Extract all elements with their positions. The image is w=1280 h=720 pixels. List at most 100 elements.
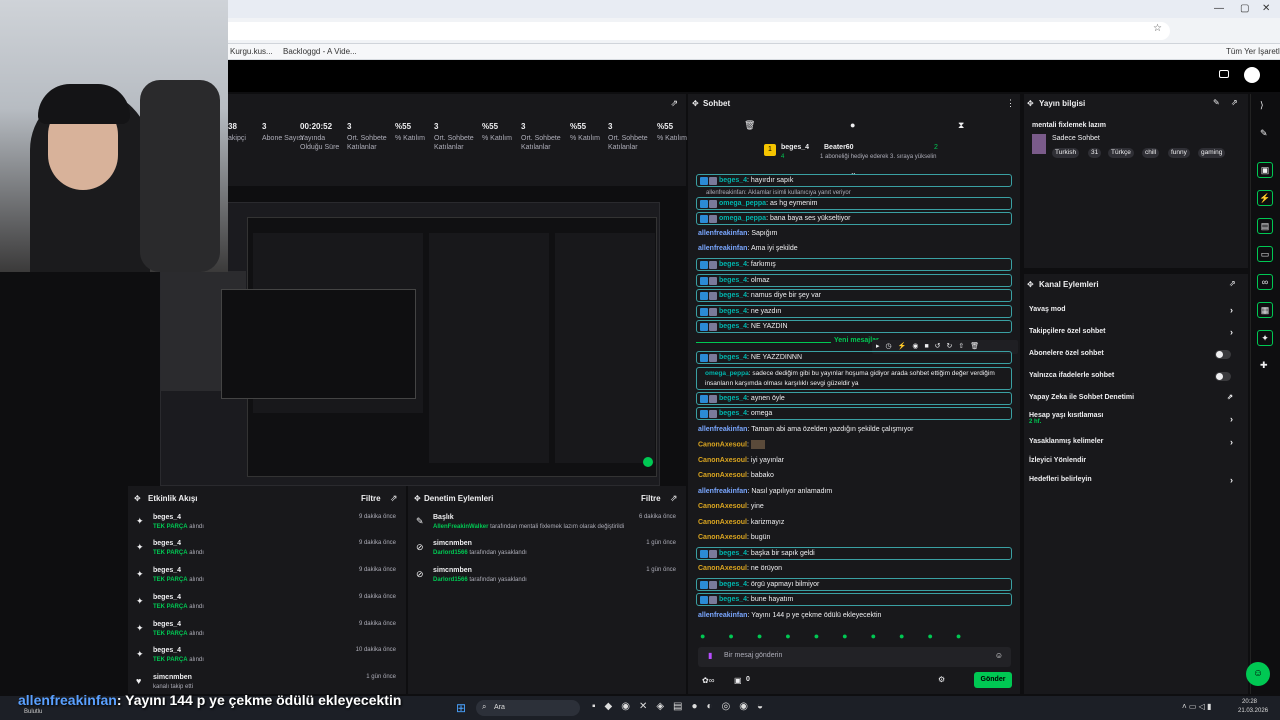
popout-icon[interactable]: ⇗ <box>670 493 678 504</box>
chat-message[interactable]: CanonAxesoul: iyi yayınlar <box>696 456 1012 466</box>
chat-message[interactable]: allenfreakinfan: Sapığım <box>696 229 1012 239</box>
emote-bar[interactable]: ●●●●●●●●●● <box>700 631 1010 643</box>
weather-label[interactable]: Bulutlu <box>24 709 42 715</box>
edit-icon[interactable]: ✎ <box>1213 98 1220 107</box>
drag-icon[interactable]: ✥ <box>1027 280 1034 289</box>
popout-icon[interactable]: ⇗ <box>1229 279 1236 288</box>
lightning-icon[interactable]: ⚡ <box>1257 190 1273 206</box>
chat-message[interactable]: beges_4: hayırdır sapık <box>696 174 1012 187</box>
blocked-terms[interactable]: Yasaklanmış kelimeler › <box>1029 437 1239 447</box>
chat-message[interactable]: allenfreakinfan: Yayını 144 p ye çekme ö… <box>696 611 1012 621</box>
trash-icon[interactable]: 🗑 <box>744 120 755 131</box>
avatar[interactable] <box>1244 67 1260 83</box>
bookmark-2[interactable]: Backloggd - A Vide... <box>283 47 357 56</box>
tag[interactable]: chill <box>1142 148 1160 158</box>
hourglass-icon[interactable]: ⧗ <box>958 120 964 131</box>
close-icon[interactable]: ✕ <box>1262 3 1270 14</box>
gifter-name[interactable]: Beater60 <box>824 144 854 151</box>
clip-icon[interactable]: ▣ <box>1257 162 1273 178</box>
chat-message[interactable]: beges_4: başka bir sapık geldi <box>696 547 1012 560</box>
drag-icon[interactable]: ✥ <box>134 494 141 503</box>
send-button[interactable]: Gönder <box>974 672 1012 688</box>
moderation-filter[interactable]: Filtre <box>641 494 661 503</box>
chat-message[interactable]: beges_4: NE YAZDIN <box>696 320 1012 333</box>
activity-filter[interactable]: Filtre <box>361 494 381 503</box>
chat-message[interactable]: beges_4: örgü yapmayı bilmiyor <box>696 578 1012 591</box>
chat-settings-icon[interactable]: ⚙ <box>938 675 945 684</box>
help-icon[interactable]: ☺ <box>1246 662 1270 686</box>
chat-message[interactable]: CanonAxesoul: karizmayız <box>696 518 1012 528</box>
category-name[interactable]: Sadece Sohbet <box>1052 135 1100 142</box>
followers-only[interactable]: Takipçilere özel sohbet › <box>1029 327 1239 337</box>
slow-mode[interactable]: Yavaş mod › <box>1029 305 1239 315</box>
chat-message[interactable]: CanonAxesoul: <box>696 440 1012 450</box>
star-icon[interactable]: ☆ <box>1153 23 1162 34</box>
chat-message[interactable]: beges_4: namus diye bir şey var <box>696 289 1012 302</box>
add-action-icon[interactable]: ✚ <box>1260 360 1268 371</box>
set-goals[interactable]: Hedefleri belirleyin › <box>1029 475 1239 485</box>
chat-message[interactable]: allenfreakinfan: Nasıl yapılıyor anlamad… <box>696 487 1012 497</box>
marker-icon[interactable]: ▤ <box>1257 218 1273 234</box>
ai-moderation[interactable]: Yapay Zeka ile Sohbet Denetimi ⇗ <box>1029 394 1239 401</box>
popout-icon[interactable]: ⇗ <box>390 493 398 504</box>
chat-message[interactable]: beges_4: farkımış <box>696 258 1012 271</box>
emoji-icon[interactable]: ☺ <box>995 651 1003 660</box>
tag[interactable]: 31 <box>1088 148 1102 158</box>
settings-icon[interactable]: ✿∞ <box>702 676 714 685</box>
more-icon[interactable]: ⋮ <box>1006 98 1015 109</box>
tag[interactable]: funny <box>1168 148 1190 158</box>
link-icon[interactable]: ∞ <box>1257 274 1273 290</box>
chat-message[interactable]: CanonAxesoul: bugün <box>696 533 1012 543</box>
top-user[interactable]: beges_4 <box>781 144 809 151</box>
address-bar[interactable]: ☆ <box>210 22 1170 40</box>
tag[interactable]: gaming <box>1198 148 1226 158</box>
drag-icon[interactable]: ✥ <box>414 494 421 503</box>
bookmark-1[interactable]: Kurgu.kus... <box>230 47 273 56</box>
subs-only[interactable]: Abonelere özel sohbet <box>1029 350 1239 359</box>
popout-icon[interactable]: ⇗ <box>670 98 678 109</box>
pencil-icon[interactable]: ✎ <box>1260 128 1268 139</box>
chat-message[interactable]: beges_4: olmaz <box>696 274 1012 287</box>
chat-icon[interactable]: ▭ <box>1257 246 1273 262</box>
chat-message[interactable]: omega_peppa: as hg eymenim <box>696 197 1012 210</box>
minimize-icon[interactable]: — <box>1214 3 1224 14</box>
chat-message[interactable]: omega_peppa: sadece dediğim gibi bu yayı… <box>696 367 1012 390</box>
chat-message[interactable]: CanonAxesoul: ne örüyon <box>696 564 1012 574</box>
account-age[interactable]: Hesap yaşı kısıtlaması 2 hf. › <box>1029 412 1239 425</box>
maximize-icon[interactable]: ▢ <box>1240 3 1249 14</box>
chat-message[interactable]: CanonAxesoul: babako <box>696 471 1012 481</box>
chat-bubble-icon[interactable]: ● <box>850 120 855 130</box>
tag[interactable]: Turkish <box>1052 148 1080 158</box>
chat-message[interactable]: omega_peppa: bana baya ses yükseltiyor <box>696 212 1012 225</box>
chat-input[interactable]: ▮ Bir mesaj gönderin ☺ <box>698 647 1011 667</box>
shield-icon[interactable]: ▦ <box>1257 302 1273 318</box>
chat-message[interactable]: beges_4: bune hayatım <box>696 593 1012 606</box>
raid-channel[interactable]: İzleyici Yönlendir <box>1029 457 1239 464</box>
channel-actions-title: Kanal Eylemleri <box>1039 280 1099 289</box>
chat-message[interactable]: beges_4: omega <box>696 407 1012 420</box>
theatre-icon[interactable] <box>1219 70 1229 78</box>
clock-date[interactable]: 21.03.2026 <box>1238 708 1268 714</box>
taskbar-apps[interactable]: ▪◆◉✕◈▤●◐◎◉◒ <box>592 701 832 715</box>
clock-time[interactable]: 20:28 <box>1242 699 1257 705</box>
stream-preview[interactable] <box>160 202 660 486</box>
chat-message[interactable]: allenfreakinfan: Tamam abi ama özelden y… <box>696 425 1012 435</box>
chat-message[interactable]: CanonAxesoul: yine <box>696 502 1012 512</box>
drag-icon[interactable]: ✥ <box>692 99 699 108</box>
tag[interactable]: Türkçe <box>1108 148 1134 158</box>
collapse-icon[interactable]: ⟩ <box>1260 100 1264 111</box>
chat-message[interactable]: beges_4: NE YAZZDINNN <box>696 351 1012 364</box>
mic-icon[interactable]: ▮ <box>708 651 712 660</box>
chat-message[interactable]: beges_4: aynen öyle <box>696 392 1012 405</box>
drag-icon[interactable]: ✥ <box>1027 99 1034 108</box>
popout-icon[interactable]: ⇗ <box>1231 98 1238 107</box>
search-box[interactable]: ⌕ Ara <box>476 700 580 716</box>
all-bookmarks[interactable]: Tüm Yer İşaretleri <box>1226 47 1280 56</box>
stat-uptime: 00:20:52 Yayında Olduğu Süre <box>300 122 340 151</box>
chat-message[interactable]: beges_4: ne yazdın <box>696 305 1012 318</box>
chat-message[interactable]: allenfreakinfan: Ama iyi şekilde <box>696 244 1012 254</box>
tray-icons[interactable]: ˄ ▭ ◁ ▮ <box>1182 702 1211 711</box>
emote-only[interactable]: Yalnızca ifadelerle sohbet <box>1029 372 1239 381</box>
start-icon[interactable]: ⊞ <box>456 701 466 715</box>
wrench-icon[interactable]: ✦ <box>1257 330 1273 346</box>
